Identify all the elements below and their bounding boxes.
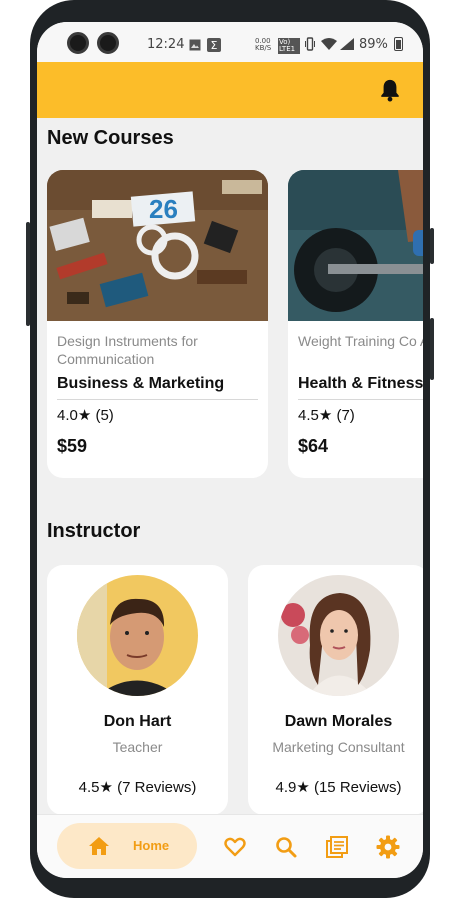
svg-text:Σ: Σ <box>211 39 218 52</box>
instructor-card[interactable]: Dawn Morales Marketing Consultant 4.9★ (… <box>248 565 423 815</box>
course-card[interactable]: Weight Training Co Any Di Health & Fitne… <box>288 170 423 478</box>
front-camera <box>97 32 119 54</box>
instructor-name: Dawn Morales <box>284 713 393 730</box>
volte-indicator: Vo) LTE1 <box>278 38 300 54</box>
vibrate-icon <box>305 37 315 51</box>
side-button-right-upper <box>430 228 434 264</box>
course-rating: 4.5★ (7) <box>298 407 355 424</box>
status-bar: 12:24 Σ 0.00 KB/S Vo) LTE1 89% <box>37 22 423 62</box>
instructor-rating: 4.9★ (15 Reviews) <box>275 779 402 796</box>
avatar <box>77 575 198 696</box>
bottom-nav: Home <box>37 814 423 878</box>
course-subtitle: Design Instruments for Communication <box>57 333 198 367</box>
side-button-right-lower <box>430 318 434 380</box>
instructor-role: Marketing Consultant <box>272 739 405 755</box>
instructor-role: Teacher <box>112 739 163 755</box>
svg-text:26: 26 <box>149 194 178 224</box>
screen: 12:24 Σ 0.00 KB/S Vo) LTE1 89% New Cours… <box>37 22 423 878</box>
signal-icon <box>340 38 354 50</box>
course-category: Business & Marketing <box>57 375 225 392</box>
wifi-icon <box>321 38 337 50</box>
section-title-courses: New Courses <box>47 127 174 149</box>
phone-frame: 12:24 Σ 0.00 KB/S Vo) LTE1 89% New Cours… <box>26 0 434 898</box>
bell-icon[interactable] <box>379 78 401 102</box>
instructor-name: Don Hart <box>103 713 172 730</box>
battery-percent: 89% <box>359 37 388 52</box>
gallery-icon <box>189 39 201 51</box>
side-button-left <box>26 222 30 326</box>
course-thumbnail <box>288 170 423 321</box>
course-price: $64 <box>298 436 329 456</box>
instructor-rating: 4.5★ (7 Reviews) <box>78 779 197 796</box>
nav-home-button[interactable]: Home <box>57 823 197 869</box>
nav-home-label: Home <box>133 838 170 853</box>
instructor-card[interactable]: Don Hart Teacher 4.5★ (7 Reviews) <box>47 565 228 815</box>
course-rating: 4.0★ (5) <box>57 407 114 424</box>
divider <box>57 399 258 400</box>
course-subtitle: Weight Training Co Any Di <box>298 333 423 349</box>
home-icon <box>89 837 109 855</box>
search-icon[interactable] <box>274 835 298 859</box>
library-icon[interactable] <box>325 835 349 859</box>
avatar <box>278 575 399 696</box>
battery-icon <box>394 37 403 51</box>
gear-icon[interactable] <box>376 835 400 859</box>
divider <box>298 399 423 400</box>
course-price: $59 <box>57 436 88 456</box>
status-time: 12:24 <box>147 37 185 52</box>
sigma-app-icon: Σ <box>207 38 221 52</box>
course-thumbnail: 26 <box>47 170 268 321</box>
course-card[interactable]: 26 Design Instruments for Communication … <box>47 170 268 478</box>
heart-icon[interactable] <box>223 835 247 859</box>
course-category: Health & Fitness <box>298 375 423 392</box>
front-camera <box>67 32 89 54</box>
network-speed: 0.00 KB/S <box>255 37 272 52</box>
app-bar <box>37 62 423 118</box>
section-title-instructors: Instructor <box>47 520 141 542</box>
